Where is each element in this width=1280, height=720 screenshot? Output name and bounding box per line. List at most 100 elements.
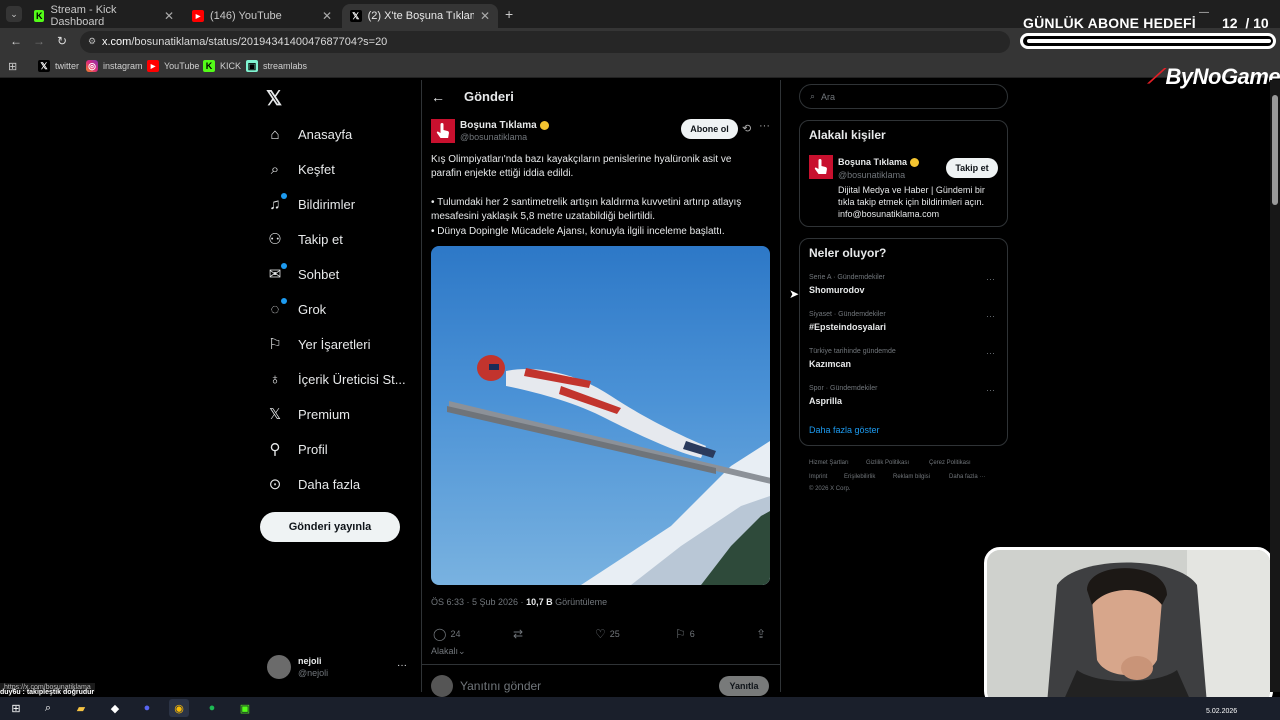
account-avatar[interactable] xyxy=(267,655,291,679)
footer-link[interactable]: Daha fazla ··· xyxy=(949,474,985,480)
related-people-title: Alakalı kişiler xyxy=(809,128,886,142)
follow-button[interactable]: Takip et xyxy=(946,158,998,178)
show-more-link[interactable]: Daha fazla göster xyxy=(809,425,880,435)
reply-input[interactable]: Yanıtını gönder xyxy=(460,679,541,693)
subscribe-button[interactable]: Abone ol xyxy=(681,119,738,139)
copyright: © 2026 X Corp. xyxy=(809,486,851,492)
tab-x-post[interactable]: 𝕏 (2) X'te Boşuna Tıklama: "Kış Ol ✕ xyxy=(342,4,498,28)
more-options-icon[interactable]: ··· xyxy=(759,120,770,132)
nav-label: Anasayfa xyxy=(298,126,353,142)
search-icon[interactable]: ⌕ xyxy=(38,699,58,717)
bookmark-label: instagram xyxy=(103,61,143,71)
search-input[interactable]: ⌕ Ara xyxy=(799,84,1008,109)
forward-icon[interactable]: → xyxy=(33,34,45,48)
tab-label: Stream - Kick Dashboard xyxy=(50,4,117,28)
discord-icon[interactable]: ● xyxy=(137,699,157,717)
related-avatar[interactable] xyxy=(809,155,833,179)
nav-grok[interactable]: ◌ Grok xyxy=(266,298,326,318)
nav-premium[interactable]: 𝕏 Premium xyxy=(266,405,350,423)
x-icon: 𝕏 xyxy=(350,10,362,22)
footer-link[interactable]: Çerez Politikası xyxy=(929,460,971,466)
back-icon[interactable]: ← xyxy=(10,34,22,48)
nav-label: Sohbet xyxy=(298,266,340,282)
trend-item[interactable]: Kazımcan xyxy=(809,359,851,369)
spotify-icon[interactable]: ● xyxy=(202,699,222,717)
bookmark-action[interactable]: ⚐ 6 xyxy=(675,627,695,641)
app-icon[interactable]: ◆ xyxy=(105,699,125,717)
streamer-camera-image xyxy=(987,550,1270,704)
nav-home[interactable]: ⌂ Anasayfa xyxy=(266,125,352,143)
close-icon[interactable]: ✕ xyxy=(480,9,490,23)
relevance-sort[interactable]: Alakalı⌄ xyxy=(431,646,466,657)
footer-link[interactable]: Erişilebilirlik xyxy=(844,474,875,480)
repost-action[interactable]: ⇄ xyxy=(513,627,527,641)
back-arrow-icon[interactable]: ← xyxy=(431,89,445,105)
more-options-icon[interactable]: ··· xyxy=(986,385,995,395)
post-button[interactable]: Gönderi yayınla xyxy=(260,512,400,542)
bookmark-streamlabs[interactable]: ▣ streamlabs xyxy=(246,60,307,72)
account-handle[interactable]: @nejoli xyxy=(298,668,328,678)
x-logo-icon[interactable]: 𝕏 xyxy=(266,86,282,111)
bookmark-label: twitter xyxy=(55,61,80,71)
bookmark-label: streamlabs xyxy=(263,61,308,71)
author-handle[interactable]: @bosunatiklama xyxy=(460,132,527,142)
chrome-icon[interactable]: ◉ xyxy=(169,699,189,717)
trend-item[interactable]: Asprilla xyxy=(809,396,842,406)
trend-item[interactable]: Shomurodov xyxy=(809,285,865,295)
trend-item[interactable]: #Epsteindosyalari xyxy=(809,322,886,332)
more-options-icon[interactable]: ··· xyxy=(986,274,995,284)
bookmark-kick[interactable]: K KICK xyxy=(203,60,241,72)
author-name[interactable]: Boşuna Tıklama xyxy=(460,120,549,131)
file-explorer-icon[interactable]: ▰ xyxy=(71,699,91,717)
bookmark-icon: ⚐ xyxy=(675,627,686,641)
nav-follow[interactable]: ⚇ Takip et xyxy=(266,230,343,248)
more-options-icon[interactable]: ··· xyxy=(986,311,995,321)
close-icon[interactable]: ✕ xyxy=(164,9,174,23)
more-options-icon[interactable]: ··· xyxy=(986,348,995,358)
bio-line: tıkla takip etmek için bildirimleri açın… xyxy=(838,197,985,207)
reply-button[interactable]: Yanıtla xyxy=(719,676,769,696)
related-name[interactable]: Boşuna Tıklama xyxy=(838,157,920,167)
nav-profile[interactable]: ⚲ Profil xyxy=(266,440,328,458)
account-more-icon[interactable]: ··· xyxy=(397,660,407,671)
streamlabs-icon[interactable]: ▣ xyxy=(235,699,255,717)
youtube-icon: ▶ xyxy=(147,60,159,72)
nav-bookmarks[interactable]: ⚐ Yer İşaretleri xyxy=(266,335,370,353)
bookmark-youtube[interactable]: ▶ YouTube xyxy=(147,60,199,72)
nav-explore[interactable]: ⌕ Keşfet xyxy=(266,160,335,178)
author-avatar[interactable] xyxy=(431,119,455,143)
share-action[interactable]: ⇪ xyxy=(756,627,766,641)
close-icon[interactable]: ✕ xyxy=(322,9,332,23)
reload-icon[interactable]: ↻ xyxy=(57,34,67,48)
tab-youtube[interactable]: ▶ (146) YouTube ✕ xyxy=(184,4,340,28)
footer-link[interactable]: Hizmet Şartları xyxy=(809,460,849,466)
nav-more[interactable]: ⊙ Daha fazla xyxy=(266,475,360,493)
grok-icon: ◌ xyxy=(266,298,287,318)
subscriber-goal-count: 12 / 10 xyxy=(1222,15,1269,31)
apps-icon[interactable]: ⊞ xyxy=(8,60,17,73)
footer-link[interactable]: Imprint xyxy=(809,474,827,480)
post-image[interactable] xyxy=(431,246,770,585)
reply-action[interactable]: ◯ 24 xyxy=(433,627,460,641)
windows-start-icon[interactable]: ⊞ xyxy=(6,699,26,717)
tab-kick-dashboard[interactable]: K Stream - Kick Dashboard ✕ xyxy=(26,4,182,28)
bookmark-twitter[interactable]: 𝕏twitter xyxy=(38,60,79,72)
bookmark-instagram[interactable]: ◎ instagram xyxy=(86,60,143,72)
tab-search-button[interactable]: ⌄ xyxy=(6,6,22,22)
address-bar[interactable]: ⚙ x.com/bosunatiklama/status/20194341400… xyxy=(80,31,1010,53)
bell-icon: ♫ xyxy=(266,193,287,213)
new-tab-button[interactable]: + xyxy=(505,6,513,22)
related-handle[interactable]: @bosunatiklama xyxy=(838,170,905,180)
site-info-icon[interactable]: ⚙ xyxy=(88,36,96,47)
minimize-button[interactable]: — xyxy=(1199,7,1209,18)
footer-link[interactable]: Reklam bilgisi xyxy=(893,474,930,480)
grok-explain-icon[interactable]: ⟲ xyxy=(742,122,751,135)
post-time[interactable]: ÖS 6:33 · 5 Şub 2026 · xyxy=(431,597,526,607)
nav-notifications[interactable]: ♫ Bildirimler xyxy=(266,193,355,213)
account-name[interactable]: nejoli xyxy=(298,656,322,666)
scrollbar-thumb[interactable] xyxy=(1272,95,1278,205)
nav-chat[interactable]: ✉ Sohbet xyxy=(266,263,340,283)
like-action[interactable]: ♡ 25 xyxy=(595,627,620,641)
nav-creator-studio[interactable]: ♁ İçerik Üreticisi St... xyxy=(266,370,405,388)
footer-link[interactable]: Gizlilik Politikası xyxy=(866,460,909,466)
